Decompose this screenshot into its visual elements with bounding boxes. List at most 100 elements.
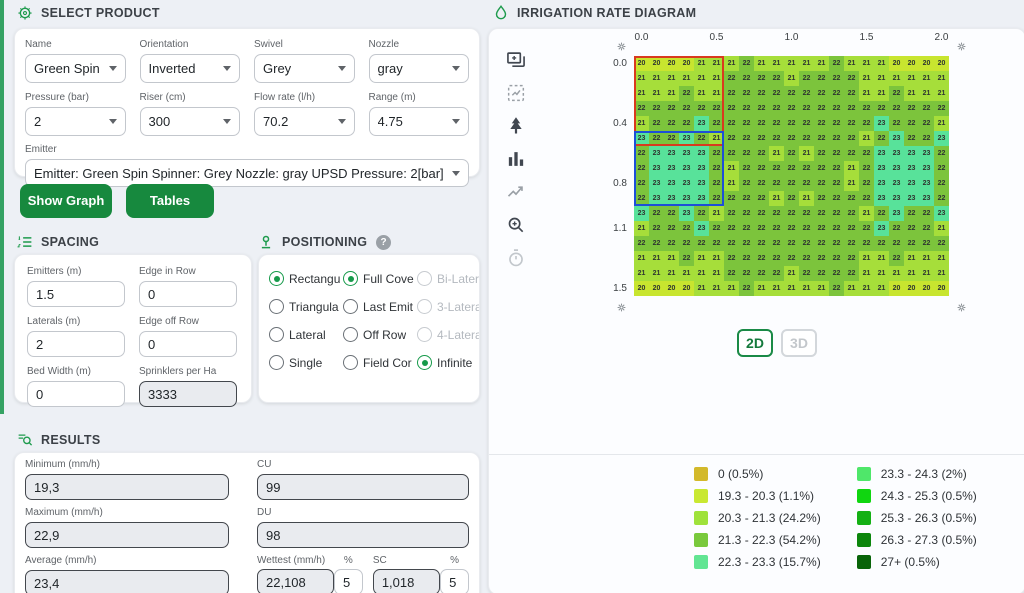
flow-rate-l-h-select[interactable]: 70.2 bbox=[254, 107, 355, 136]
tables-button[interactable]: Tables bbox=[126, 184, 214, 218]
y-tick-label: 0.0 bbox=[587, 58, 627, 69]
spacing-title: SPACING bbox=[41, 235, 99, 249]
radio-label: Field Cor bbox=[363, 356, 412, 370]
heatmap-cell: 22 bbox=[784, 206, 799, 221]
heatmap-cell: 22 bbox=[784, 191, 799, 206]
chevron-down-icon bbox=[109, 66, 117, 71]
triangula-radio[interactable]: Triangula bbox=[269, 299, 343, 314]
name-select[interactable]: Green Spin bbox=[25, 54, 126, 83]
heatmap-cell: 21 bbox=[919, 86, 934, 101]
heatmap-cell: 21 bbox=[679, 71, 694, 86]
add-view-icon[interactable] bbox=[502, 47, 530, 73]
edge-in-row-input[interactable]: 0 bbox=[139, 281, 237, 307]
heatmap-cell: 21 bbox=[874, 56, 889, 71]
heatmap-cell: 22 bbox=[859, 221, 874, 236]
radio-dot bbox=[417, 327, 432, 342]
sc-pct-input-value[interactable]: 5 bbox=[440, 569, 469, 593]
chart-select-icon[interactable] bbox=[502, 80, 530, 106]
heatmap-cell: 22 bbox=[724, 116, 739, 131]
heatmap-cell: 22 bbox=[754, 221, 769, 236]
heatmap-cell: 21 bbox=[679, 266, 694, 281]
heatmap-cell: 22 bbox=[934, 146, 949, 161]
zoom-in-icon[interactable] bbox=[502, 212, 530, 238]
nozzle-select[interactable]: gray bbox=[369, 54, 470, 83]
heatmap-cell: 22 bbox=[814, 266, 829, 281]
y-tick-label: 0.4 bbox=[587, 118, 627, 129]
heatmap-cell: 21 bbox=[724, 56, 739, 71]
single-radio[interactable]: Single bbox=[269, 355, 343, 370]
heatmap-cell: 22 bbox=[934, 236, 949, 251]
heatmap-cell: 22 bbox=[739, 236, 754, 251]
heatmap-cell: 21 bbox=[799, 281, 814, 296]
bed-width-m-label: Bed Width (m) bbox=[27, 366, 125, 377]
laterals-m-input[interactable]: 2 bbox=[27, 331, 125, 357]
heatmap-cell: 22 bbox=[784, 161, 799, 176]
heatmap-cell: 22 bbox=[904, 101, 919, 116]
heatmap-cell: 22 bbox=[844, 206, 859, 221]
heatmap-cell: 21 bbox=[874, 86, 889, 101]
emitter-field: Emitter Emitter: Green Spin Spinner: Gre… bbox=[15, 136, 479, 187]
heatmap-cell: 20 bbox=[649, 281, 664, 296]
range-m-select[interactable]: 4.75 bbox=[369, 107, 470, 136]
rectangu-radio[interactable]: Rectangu bbox=[269, 271, 343, 286]
pressure-bar-select[interactable]: 2 bbox=[25, 107, 126, 136]
heatmap-cell: 22 bbox=[829, 161, 844, 176]
show-graph-button[interactable]: Show Graph bbox=[20, 184, 112, 218]
tree-icon[interactable] bbox=[502, 113, 530, 139]
bed-width-m-input[interactable]: 0 bbox=[27, 381, 125, 407]
off-row-radio[interactable]: Off Row bbox=[343, 327, 417, 342]
bar-chart-icon[interactable] bbox=[502, 146, 530, 172]
riser-cm-select[interactable]: 300 bbox=[140, 107, 241, 136]
lateral-radio[interactable]: Lateral bbox=[269, 327, 343, 342]
heatmap-cell: 21 bbox=[709, 71, 724, 86]
edge-off-row-input[interactable]: 0 bbox=[139, 331, 237, 357]
heatmap-cell: 22 bbox=[889, 221, 904, 236]
heatmap-cell: 22 bbox=[814, 86, 829, 101]
heatmap-cell: 22 bbox=[679, 116, 694, 131]
heatmap-cell: 21 bbox=[859, 281, 874, 296]
heatmap-cell: 21 bbox=[919, 266, 934, 281]
full-cove-radio[interactable]: Full Cove bbox=[343, 271, 417, 286]
orientation-label: Orientation bbox=[140, 39, 241, 50]
emitters-m-input[interactable]: 1.5 bbox=[27, 281, 125, 307]
heatmap-cell: 22 bbox=[634, 191, 649, 206]
legend-entry: 22.3 - 23.3 (15.7%) bbox=[694, 555, 821, 569]
heatmap-cell: 22 bbox=[934, 101, 949, 116]
trend-line-icon[interactable] bbox=[502, 179, 530, 205]
4-lateral-radio: 4-Lateral bbox=[417, 327, 479, 342]
heatmap-cell: 22 bbox=[739, 86, 754, 101]
swivel-select[interactable]: Grey bbox=[254, 54, 355, 83]
heatmap-cell: 22 bbox=[814, 131, 829, 146]
legend-label: 26.3 - 27.3 (0.5%) bbox=[881, 533, 977, 547]
results-card: Minimum (mm/h)19,3Maximum (mm/h)22,9Aver… bbox=[14, 452, 480, 593]
emitter-select[interactable]: Emitter: Green Spin Spinner: Grey Nozzle… bbox=[25, 159, 469, 187]
heatmap-cell: 23 bbox=[694, 116, 709, 131]
field-cor-radio[interactable]: Field Cor bbox=[343, 355, 417, 370]
heatmap-cell: 21 bbox=[814, 56, 829, 71]
riser-cm-label: Riser (cm) bbox=[140, 92, 241, 103]
wettest-pct-input-value[interactable]: 5 bbox=[334, 569, 363, 593]
heatmap-cell: 20 bbox=[679, 56, 694, 71]
sprinkler-marker-icon bbox=[616, 39, 627, 50]
list-icon bbox=[16, 233, 34, 251]
heatmap-cell: 22 bbox=[814, 101, 829, 116]
help-icon[interactable]: ? bbox=[376, 235, 391, 250]
heatmap-cell: 22 bbox=[724, 86, 739, 101]
radio-dot bbox=[417, 271, 432, 286]
infinite-radio[interactable]: Infinite bbox=[417, 355, 479, 370]
heatmap-cell: 22 bbox=[784, 116, 799, 131]
laterals-m-field: Laterals (m)2 bbox=[27, 316, 125, 357]
swivel-field: SwivelGrey bbox=[254, 39, 355, 83]
positioning-column: Full Cove Last Emit Off Row Field Cor bbox=[343, 271, 417, 370]
orientation-select[interactable]: Inverted bbox=[140, 54, 241, 83]
heatmap-cell: 23 bbox=[904, 191, 919, 206]
heatmap-cell: 21 bbox=[874, 281, 889, 296]
view-2d-button[interactable]: 2D bbox=[737, 329, 773, 357]
last-emit-radio[interactable]: Last Emit bbox=[343, 299, 417, 314]
heatmap-cell: 21 bbox=[799, 191, 814, 206]
heatmap-cell: 22 bbox=[829, 236, 844, 251]
heatmap-cell: 21 bbox=[814, 281, 829, 296]
heatmap-cell: 22 bbox=[679, 236, 694, 251]
heatmap-cell: 22 bbox=[844, 221, 859, 236]
left-scrollbar-thumb[interactable] bbox=[0, 0, 4, 414]
